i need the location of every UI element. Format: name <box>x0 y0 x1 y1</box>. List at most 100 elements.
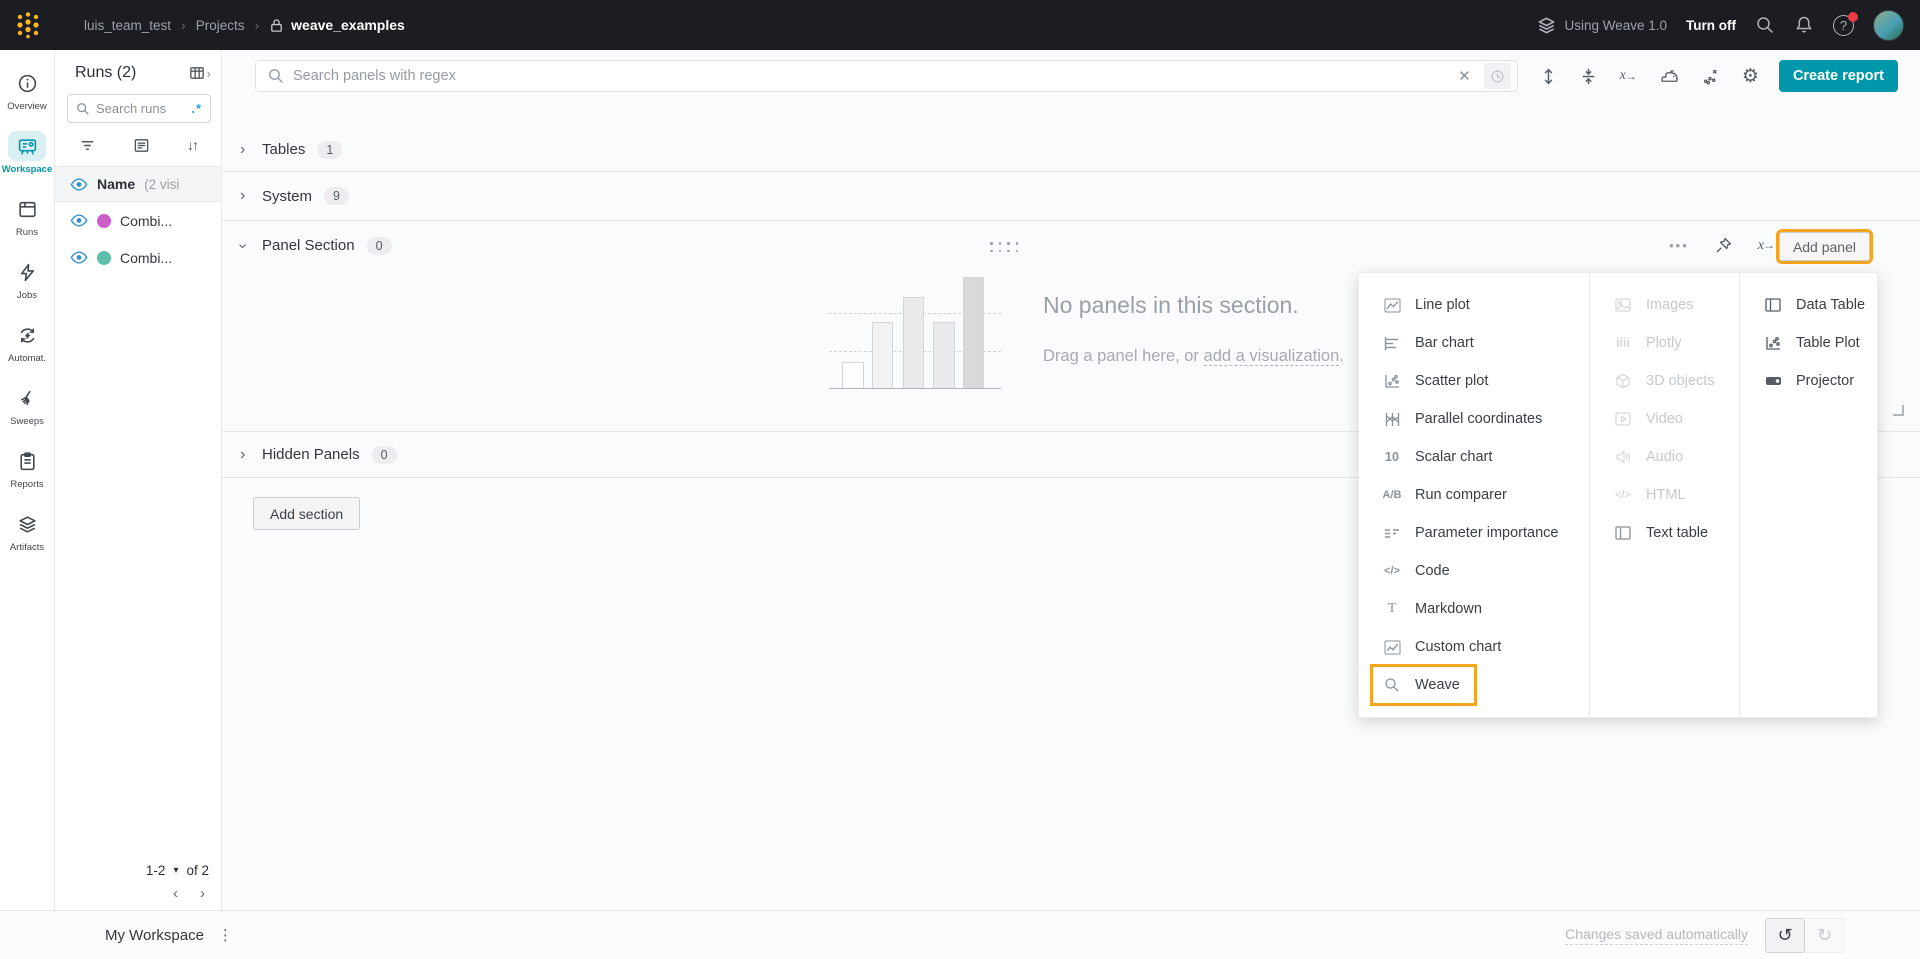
regex-toggle[interactable]: .* <box>191 101 202 116</box>
menu-item-run-comparer[interactable]: A/B Run comparer <box>1359 476 1589 514</box>
section-drag-handle[interactable] <box>990 242 1018 252</box>
scatter-outlier-icon <box>1702 68 1719 85</box>
section-x-axis-icon[interactable]: x→ <box>1758 238 1775 254</box>
next-page-button[interactable]: › <box>200 885 205 902</box>
filter-icon <box>79 137 96 154</box>
projector-icon <box>1765 375 1782 387</box>
menu-item-scatter-plot[interactable]: Scatter plot <box>1359 362 1589 400</box>
menu-item-scalar-chart[interactable]: 10 Scalar chart <box>1359 438 1589 476</box>
sidebar-item-reports[interactable]: Reports <box>0 446 54 490</box>
chevron-right-icon[interactable]: › <box>240 187 250 205</box>
pin-icon <box>1715 237 1732 254</box>
section-system[interactable]: › System 9 <box>222 172 1920 221</box>
menu-item-video: Video <box>1590 400 1739 438</box>
sidebar-item-runs[interactable]: Runs <box>0 194 54 238</box>
audio-speaker-icon <box>1615 450 1631 464</box>
chevron-down-icon[interactable]: › <box>240 237 250 255</box>
runs-table-icon <box>17 199 38 220</box>
menu-item-bar-chart[interactable]: Bar chart <box>1359 324 1589 362</box>
eye-icon[interactable] <box>70 214 88 227</box>
menu-item-html: </> HTML <box>1590 476 1739 514</box>
breadcrumb: luis_team_test › Projects › weave_exampl… <box>84 17 405 33</box>
sidebar-item-workspace[interactable]: Workspace <box>0 131 54 175</box>
breadcrumb-team[interactable]: luis_team_test <box>84 18 171 33</box>
workspace-menu-kebab-icon[interactable]: ⋮ <box>218 926 233 944</box>
expand-runs-table-button[interactable]: › <box>189 65 211 82</box>
menu-item-code[interactable]: </> Code <box>1359 552 1589 590</box>
create-report-button[interactable]: Create report <box>1779 60 1898 92</box>
chevron-right-icon[interactable]: › <box>240 141 250 159</box>
prev-page-button[interactable]: ‹ <box>173 885 178 902</box>
menu-item-markdown[interactable]: T Markdown <box>1359 590 1589 628</box>
panel-search-input[interactable] <box>293 68 1445 84</box>
group-runs-icon[interactable] <box>133 137 150 154</box>
menu-item-text-table[interactable]: Text table <box>1590 514 1739 552</box>
sidebar-item-automations[interactable]: Automat. <box>0 320 54 364</box>
runs-name-header[interactable]: Name (2 visi <box>55 166 221 202</box>
add-panel-button[interactable]: Add panel <box>1779 232 1870 261</box>
layers-icon <box>17 514 38 535</box>
menu-item-custom-chart[interactable]: Custom chart <box>1359 628 1589 666</box>
menu-item-data-table[interactable]: Data Table <box>1740 286 1877 324</box>
add-section-button[interactable]: Add section <box>253 497 360 530</box>
table-plot-icon <box>1765 336 1781 351</box>
runs-panel: Runs (2) › .* ↓↑ Name (2 visi <box>55 50 222 910</box>
menu-item-weave[interactable]: Weave <box>1359 666 1589 704</box>
sidebar-item-artifacts[interactable]: Artifacts <box>0 509 54 553</box>
search-history-button[interactable] <box>1484 63 1511 89</box>
page-size-dropdown[interactable]: ▾ <box>173 865 178 876</box>
iron-icon <box>1660 68 1679 85</box>
page-total: of 2 <box>186 863 209 878</box>
chevron-right-icon[interactable]: › <box>240 446 250 464</box>
menu-item-table-plot[interactable]: Table Plot <box>1740 324 1877 362</box>
eye-icon[interactable] <box>70 178 88 191</box>
collapse-panels-icon[interactable] <box>1580 68 1597 85</box>
add-visualization-link[interactable]: add a visualization <box>1204 347 1340 366</box>
section-tables[interactable]: › Tables 1 <box>222 128 1920 172</box>
help-icon[interactable]: ? <box>1833 15 1854 36</box>
eye-icon[interactable] <box>70 251 88 264</box>
run-row[interactable]: Combi... <box>55 239 221 276</box>
sort-runs-icon[interactable]: ↓↑ <box>187 137 197 154</box>
expand-panels-icon[interactable] <box>1540 68 1557 85</box>
pagination: 1-2 ▾ of 2 <box>146 863 209 878</box>
menu-item-line-plot[interactable]: Line plot <box>1359 286 1589 324</box>
visible-count: (2 visi <box>144 177 179 192</box>
sidebar-item-sweeps[interactable]: Sweeps <box>0 383 54 427</box>
section-panel-section[interactable]: › Panel Section 0 ••• x→ Add panel <box>222 221 1920 270</box>
undo-button[interactable]: ↺ <box>1765 918 1805 953</box>
clear-search-icon[interactable]: ✕ <box>1454 67 1475 85</box>
sidebar-item-overview[interactable]: Overview <box>0 68 54 112</box>
redo-button[interactable]: ↻ <box>1805 918 1845 953</box>
sidebar-item-jobs[interactable]: Jobs <box>0 257 54 301</box>
left-sidebar: Overview Workspace Runs Jobs Automat. Sw… <box>0 50 55 910</box>
section-menu-icon[interactable]: ••• <box>1669 238 1689 253</box>
notifications-bell-icon[interactable] <box>1794 15 1814 35</box>
line-plot-icon <box>1384 298 1401 313</box>
wandb-logo-icon[interactable] <box>14 11 42 39</box>
menu-item-parallel-coordinates[interactable]: Parallel coordinates <box>1359 400 1589 438</box>
runs-search-input[interactable] <box>96 101 174 116</box>
panels-toolbar: ✕ x→ ⚙ Creat <box>255 60 1898 92</box>
section-resize-handle[interactable] <box>1893 405 1904 416</box>
smoothing-iron-icon[interactable] <box>1660 68 1679 85</box>
filter-runs-icon[interactable] <box>79 137 96 154</box>
layers-icon <box>1537 16 1556 35</box>
breadcrumb-project[interactable]: weave_examples <box>269 17 405 33</box>
top-navbar: luis_team_test › Projects › weave_exampl… <box>0 0 1920 50</box>
turn-off-button[interactable]: Turn off <box>1686 18 1736 33</box>
pin-section-icon[interactable] <box>1715 237 1732 254</box>
run-row[interactable]: Combi... <box>55 202 221 239</box>
menu-column-tables: Data Table Table Plot Projector <box>1739 273 1877 717</box>
wandb-workspace-app: luis_team_test › Projects › weave_exampl… <box>0 0 1920 959</box>
user-avatar[interactable] <box>1873 10 1904 41</box>
x-axis-settings-icon[interactable]: x→ <box>1620 68 1637 84</box>
menu-item-projector[interactable]: Projector <box>1740 362 1877 400</box>
empty-section-subtitle: Drag a panel here, or add a visualizatio… <box>1043 347 1344 366</box>
outliers-icon[interactable] <box>1702 68 1719 85</box>
menu-item-parameter-importance[interactable]: Parameter importance <box>1359 514 1589 552</box>
search-icon[interactable] <box>1755 15 1775 35</box>
runs-search-box: .* <box>67 94 211 123</box>
breadcrumb-projects[interactable]: Projects <box>196 18 245 33</box>
workspace-settings-gear-icon[interactable]: ⚙ <box>1742 67 1759 86</box>
